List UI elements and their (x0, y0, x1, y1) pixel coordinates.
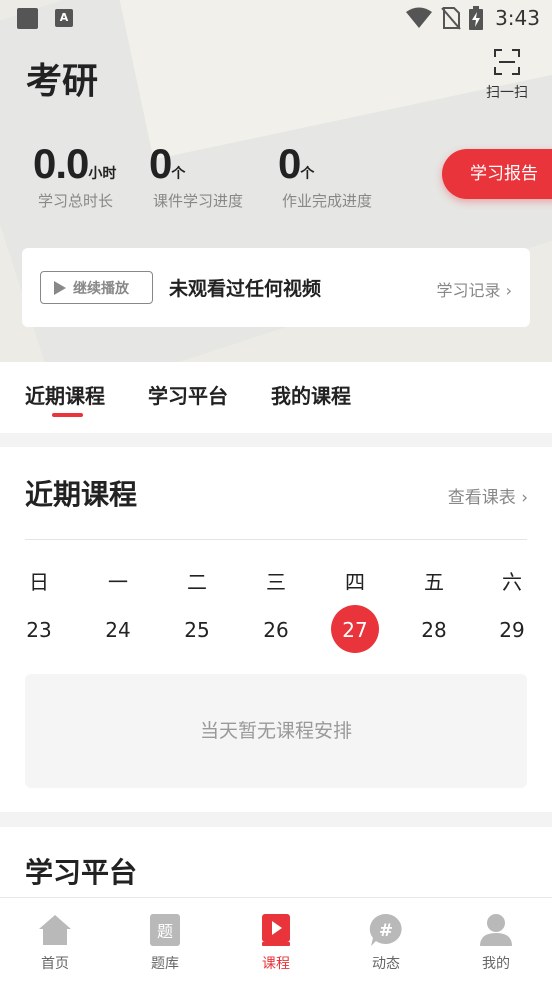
scan-icon (494, 49, 520, 75)
status-bar: A 3:43 (0, 0, 552, 36)
section-tabs: 近期课程 学习平台 我的课程 (0, 362, 552, 433)
stat-courseware-progress: 0个 课件学习进度 (149, 140, 243, 211)
calendar-day[interactable]: 26 (251, 618, 301, 642)
scan-button[interactable]: 扫一扫 (480, 48, 534, 102)
weekday-label: 一 (108, 570, 128, 594)
nav-profile[interactable]: 我的 (461, 912, 531, 973)
question-bank-icon: 题 (150, 914, 180, 946)
stat-unit: 个 (300, 166, 315, 182)
clock: 3:43 (495, 6, 540, 30)
nav-label: 题库 (151, 956, 179, 972)
weekday-label: 四 (345, 570, 365, 594)
no-sim-icon (441, 7, 461, 30)
a-keyboard-icon: A (55, 9, 73, 27)
stat-study-hours: 0.0小时 学习总时长 (33, 140, 116, 211)
weekday-label: 三 (266, 570, 286, 594)
calendar-day[interactable]: 25 (172, 618, 222, 642)
svg-text:题: 题 (157, 922, 173, 941)
calendar-day-selected[interactable]: 27 (330, 618, 380, 642)
tab-my-courses[interactable]: 我的课程 (271, 380, 351, 409)
weekday-label: 五 (424, 570, 444, 594)
divider (25, 539, 527, 540)
tab-recent-courses[interactable]: 近期课程 (25, 380, 105, 409)
nav-label: 动态 (372, 956, 400, 972)
no-video-message: 未观看过任何视频 (169, 278, 322, 300)
weekday-label: 日 (29, 570, 49, 594)
stat-value: 0 (149, 140, 172, 187)
calendar-day[interactable]: 28 (409, 618, 459, 642)
continue-play-label: 继续播放 (73, 280, 129, 297)
calendar-day[interactable]: 24 (93, 618, 143, 642)
view-schedule-link[interactable]: 查看课表 › (448, 483, 528, 508)
weekday-label: 六 (502, 570, 522, 594)
calendar-day[interactable]: 29 (487, 618, 537, 642)
active-tab-indicator (52, 413, 83, 417)
view-schedule-label: 查看课表 (447, 488, 516, 508)
stat-unit: 个 (171, 166, 186, 182)
stat-unit: 小时 (88, 166, 117, 182)
stat-label: 课件学习进度 (153, 192, 244, 210)
home-icon (39, 915, 71, 945)
stat-homework-progress: 0个 作业完成进度 (278, 140, 372, 211)
wifi-icon (406, 7, 433, 28)
svg-text:#: # (379, 921, 393, 941)
page-title: 考研 (26, 61, 99, 102)
stat-value: 0 (278, 140, 301, 187)
profile-icon (480, 914, 512, 946)
chevron-right-icon: › (515, 488, 528, 508)
continue-play-button[interactable]: 继续播放 (40, 271, 153, 304)
study-history-link[interactable]: 学习记录 › (437, 277, 513, 301)
nav-home[interactable]: 首页 (20, 912, 90, 973)
chevron-right-icon: › (500, 281, 512, 300)
section-title: 学习平台 (25, 856, 138, 889)
play-icon (54, 280, 66, 295)
bottom-nav: 首页 题 题库 课程 # 动态 我的 (0, 897, 552, 983)
stat-label: 学习总时长 (38, 192, 114, 210)
scan-label: 扫一扫 (486, 85, 528, 101)
study-platform-section: 学习平台 (0, 827, 552, 907)
section-title: 近期课程 (25, 478, 138, 511)
nav-label: 我的 (482, 956, 510, 972)
nav-label: 首页 (41, 956, 69, 972)
nav-activity[interactable]: # 动态 (351, 912, 421, 973)
recent-courses-section: 近期课程 查看课表 › 日 一 二 三 四 五 六 23 24 25 26 27… (0, 447, 552, 812)
course-icon (262, 914, 290, 946)
play-card: 继续播放 未观看过任何视频 学习记录 › (22, 248, 530, 327)
stat-label: 作业完成进度 (282, 192, 373, 210)
hashtag-chat-icon: # (369, 913, 402, 946)
notification-square-icon (17, 8, 38, 29)
battery-charging-icon (469, 6, 484, 30)
calendar-day[interactable]: 23 (14, 618, 64, 642)
nav-courses[interactable]: 课程 (241, 912, 311, 973)
header: A 3:43 考研 扫一扫 0.0小时 学习总时长 0个 课件学习进度 0个 作… (0, 0, 552, 362)
nav-label: 课程 (262, 956, 290, 972)
study-history-label: 学习记录 (436, 281, 501, 300)
empty-schedule-message: 当天暂无课程安排 (25, 674, 527, 788)
tab-study-platform[interactable]: 学习平台 (148, 380, 228, 409)
nav-question-bank[interactable]: 题 题库 (130, 912, 200, 973)
weekday-label: 二 (187, 570, 207, 594)
study-report-button[interactable]: 学习报告 (442, 149, 552, 199)
stat-value: 0.0 (33, 140, 89, 187)
